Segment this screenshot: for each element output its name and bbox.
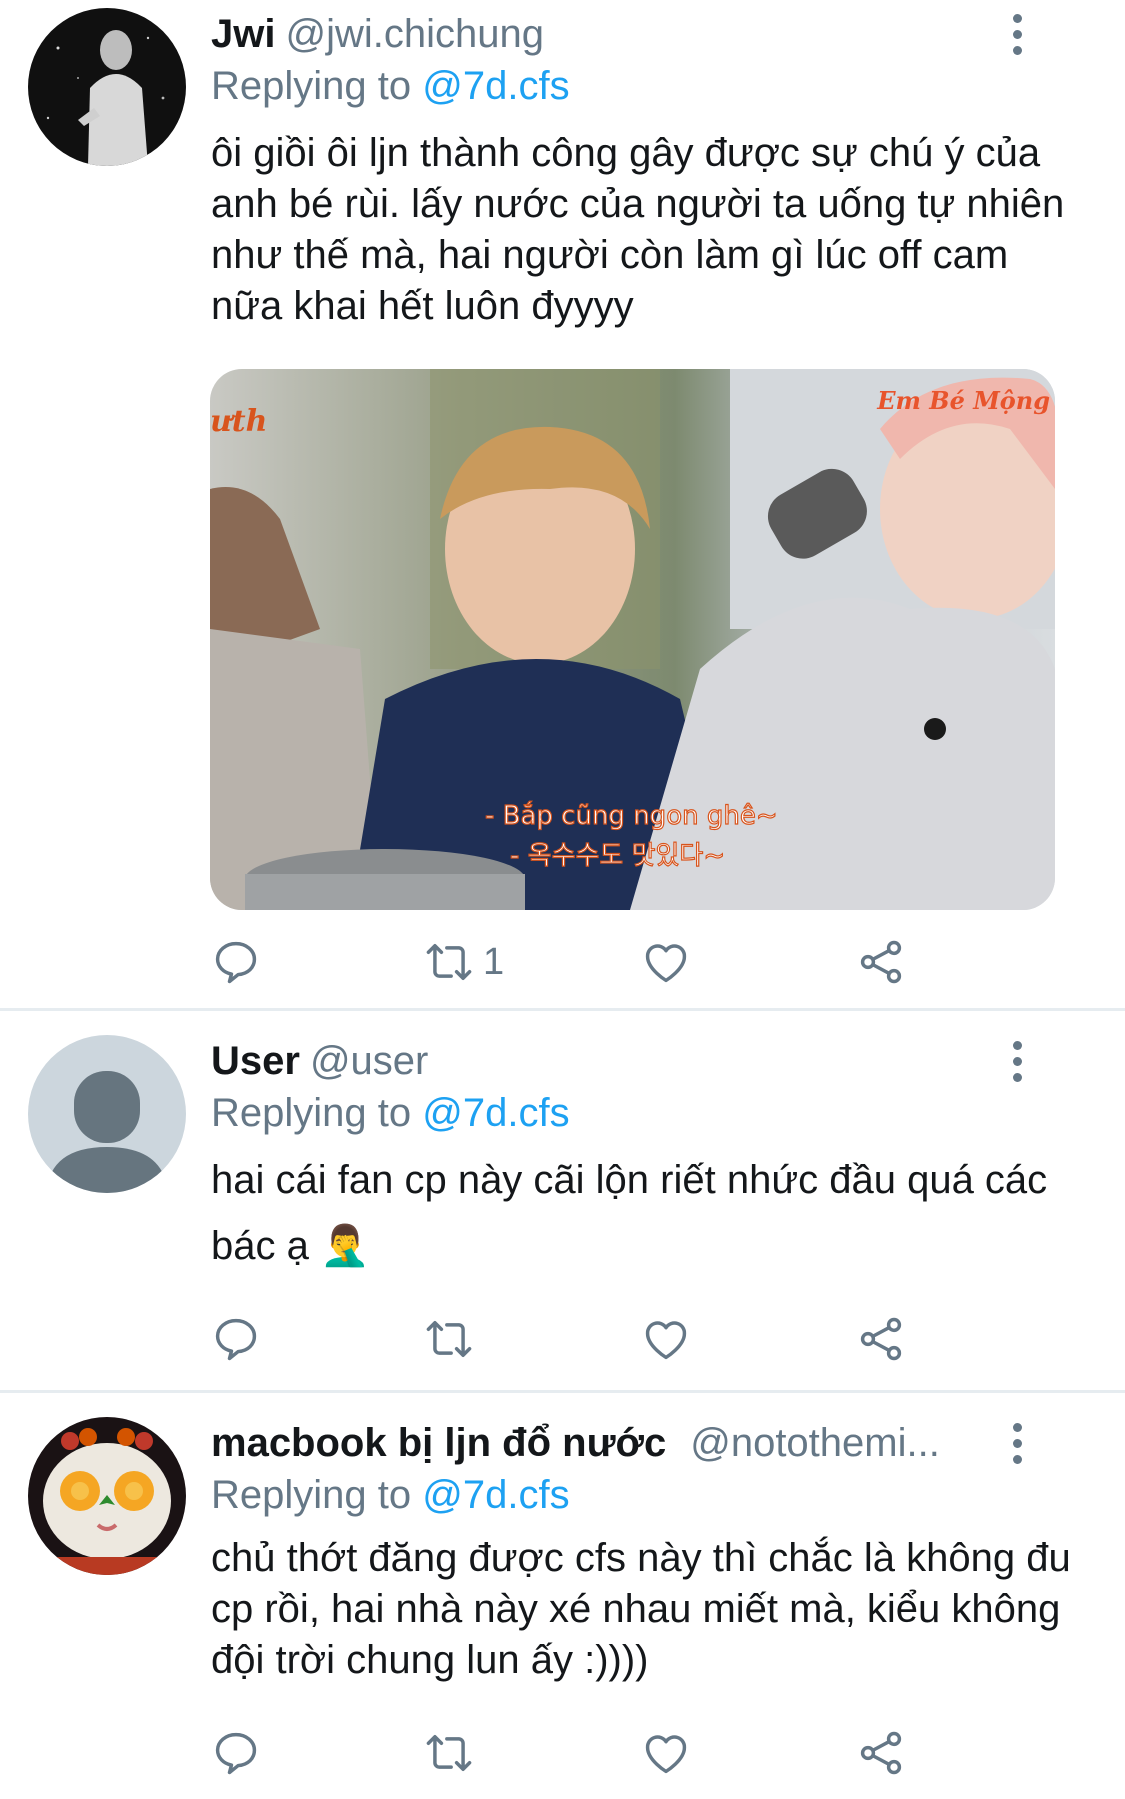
share-button[interactable] (855, 1309, 907, 1369)
reply-icon (215, 1732, 257, 1775)
subtitle-korean: - 옥수수도 맛있다~ (510, 841, 725, 871)
replying-to: Replying to @7d.cfs (211, 1471, 570, 1519)
retweet-button[interactable]: 1 (423, 932, 504, 992)
watermark-left: ưth (210, 404, 267, 439)
replying-to: Replying to @7d.cfs (211, 1089, 570, 1137)
avatar[interactable] (28, 1417, 186, 1575)
like-icon (645, 944, 687, 983)
like-button[interactable] (640, 1723, 692, 1783)
more-icon[interactable] (997, 10, 1037, 58)
tweet[interactable]: User @user Replying to @7d.cfs hai cái fa… (0, 1011, 1125, 1391)
reply-feed: Jwi @jwi.chichung Replying to @7d.cfs ôi … (0, 0, 1125, 1799)
retweet-icon (426, 944, 472, 980)
mention-link[interactable]: @7d.cfs (422, 64, 569, 108)
retweet-button[interactable] (423, 1723, 475, 1783)
reply-button[interactable] (210, 1723, 262, 1783)
retweet-button[interactable] (423, 1309, 475, 1369)
reply-icon (215, 941, 257, 984)
tweet[interactable]: macbook bị ljn đổ nước @notothemi... Repl… (0, 1393, 1125, 1799)
reply-button[interactable] (210, 1309, 262, 1369)
share-button[interactable] (855, 1723, 907, 1783)
handle[interactable]: @notothemi... (690, 1421, 940, 1465)
tweet-header: Jwi @jwi.chichung (211, 10, 1005, 58)
replying-prefix: Replying to (211, 64, 412, 108)
avatar[interactable] (28, 1035, 186, 1193)
display-name[interactable]: macbook bị ljn đổ nước (211, 1421, 666, 1465)
tweet-text: hai cái fan cp này cãi lộn riết nhức đầu… (211, 1158, 1048, 1268)
handle[interactable]: @user (310, 1039, 428, 1083)
reply-button[interactable] (210, 932, 262, 992)
reply-icon (215, 1318, 257, 1361)
share-icon (860, 940, 902, 984)
display-name[interactable]: User (211, 1039, 300, 1083)
display-name[interactable]: Jwi (211, 12, 275, 56)
like-icon (645, 1735, 687, 1774)
like-button[interactable] (640, 932, 692, 992)
share-button[interactable] (855, 932, 907, 992)
retweet-icon (426, 1735, 472, 1771)
tweet-text: chủ thớt đăng được cfs này thì chắc là k… (211, 1536, 1071, 1682)
replying-prefix: Replying to (211, 1473, 412, 1517)
watermark-right: Em Bé Mộng (876, 386, 1050, 415)
like-icon (645, 1321, 687, 1360)
more-icon[interactable] (997, 1037, 1037, 1085)
tweet-header: User @user (211, 1037, 1005, 1085)
tweet-text: ôi giồi ôi ljn thành công gây được sự ch… (211, 131, 1065, 328)
mention-link[interactable]: @7d.cfs (422, 1473, 569, 1517)
tweet-header: macbook bị ljn đổ nước @notothemi... (211, 1419, 1005, 1467)
avatar[interactable] (28, 8, 186, 166)
action-bar (0, 1723, 1125, 1783)
like-button[interactable] (640, 1309, 692, 1369)
more-icon[interactable] (997, 1419, 1037, 1467)
share-icon (860, 1317, 902, 1361)
retweet-icon (426, 1321, 472, 1357)
tweet[interactable]: Jwi @jwi.chichung Replying to @7d.cfs ôi … (0, 0, 1125, 1010)
subtitle-vietnamese: - Bắp cũng ngon ghê~ (485, 800, 778, 831)
handle[interactable]: @jwi.chichung (285, 12, 544, 56)
action-bar: 1 (0, 932, 1125, 992)
retweet-count: 1 (483, 940, 505, 983)
tweet-image[interactable]: ưth Em Bé Mộng - Bắp cũng ngon ghê~ - 옥수… (210, 369, 1055, 910)
action-bar (0, 1309, 1125, 1369)
mention-link[interactable]: @7d.cfs (422, 1091, 569, 1135)
replying-prefix: Replying to (211, 1091, 412, 1135)
share-icon (860, 1731, 902, 1775)
replying-to: Replying to @7d.cfs (211, 62, 570, 110)
